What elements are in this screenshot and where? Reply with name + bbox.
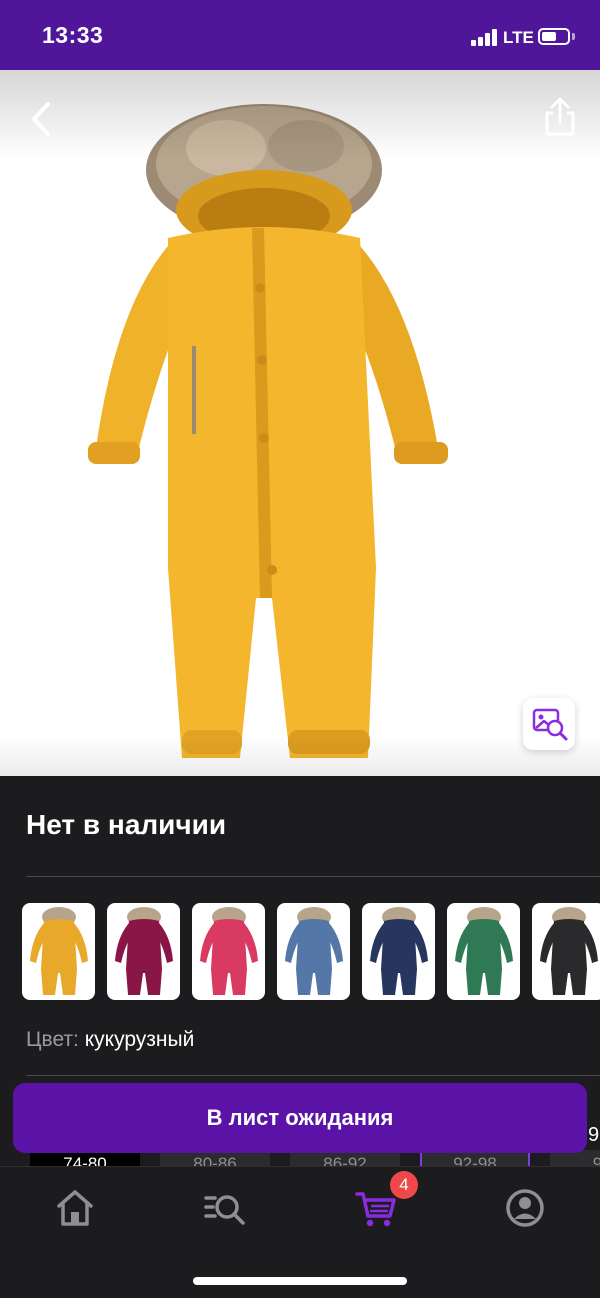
color-swatch[interactable]	[277, 903, 350, 1000]
home-icon	[57, 1190, 93, 1226]
swatch-thumbnail	[455, 907, 513, 995]
product-image[interactable]	[76, 98, 456, 762]
availability-title: Нет в наличии	[26, 809, 227, 840]
color-swatch[interactable]	[532, 903, 600, 1000]
tab-catalog[interactable]	[203, 1186, 247, 1230]
battery-tip	[572, 33, 575, 40]
divider-top	[26, 876, 600, 877]
share-button[interactable]	[540, 94, 580, 140]
divider-bottom	[26, 1075, 600, 1076]
cart-badge: 4	[390, 1171, 418, 1199]
color-swatch[interactable]	[22, 903, 95, 1000]
swatch-thumbnail	[200, 907, 258, 995]
share-icon	[545, 97, 575, 136]
color-swatch[interactable]	[192, 903, 265, 1000]
color-swatch[interactable]	[362, 903, 435, 1000]
swatch-thumbnail	[540, 907, 598, 995]
hero-bottom-gradient	[0, 736, 600, 776]
tab-profile[interactable]	[503, 1186, 547, 1230]
color-swatch[interactable]	[107, 903, 180, 1000]
image-search-icon	[532, 708, 568, 741]
tab-home[interactable]	[53, 1186, 97, 1230]
home-indicator	[193, 1277, 407, 1285]
color-swatch[interactable]	[447, 903, 520, 1000]
color-line: Цвет: кукурузный	[26, 1028, 194, 1052]
swatch-thumbnail	[30, 907, 88, 995]
color-label: Цвет:	[26, 1028, 79, 1051]
status-time: 13:33	[42, 22, 104, 48]
size-peek: 9	[588, 1124, 600, 1146]
back-button[interactable]	[22, 96, 62, 142]
product-image-area	[0, 70, 600, 776]
hero-top-gradient	[0, 70, 600, 160]
chevron-left-icon	[32, 102, 50, 136]
visual-search-button[interactable]	[523, 698, 575, 750]
signal-icon	[471, 29, 497, 46]
network-label: LTE	[503, 28, 534, 47]
color-swatches	[22, 903, 600, 1001]
color-value: кукурузный	[84, 1028, 195, 1051]
status-bar: 13:33 LTE	[0, 0, 600, 70]
catalog-search-icon	[204, 1195, 245, 1225]
profile-icon	[506, 1189, 544, 1227]
swatch-thumbnail	[115, 907, 173, 995]
swatch-thumbnail	[370, 907, 428, 995]
waitlist-button[interactable]: В лист ожидания	[13, 1083, 587, 1153]
battery-icon	[538, 28, 570, 45]
swatch-thumbnail	[285, 907, 343, 995]
